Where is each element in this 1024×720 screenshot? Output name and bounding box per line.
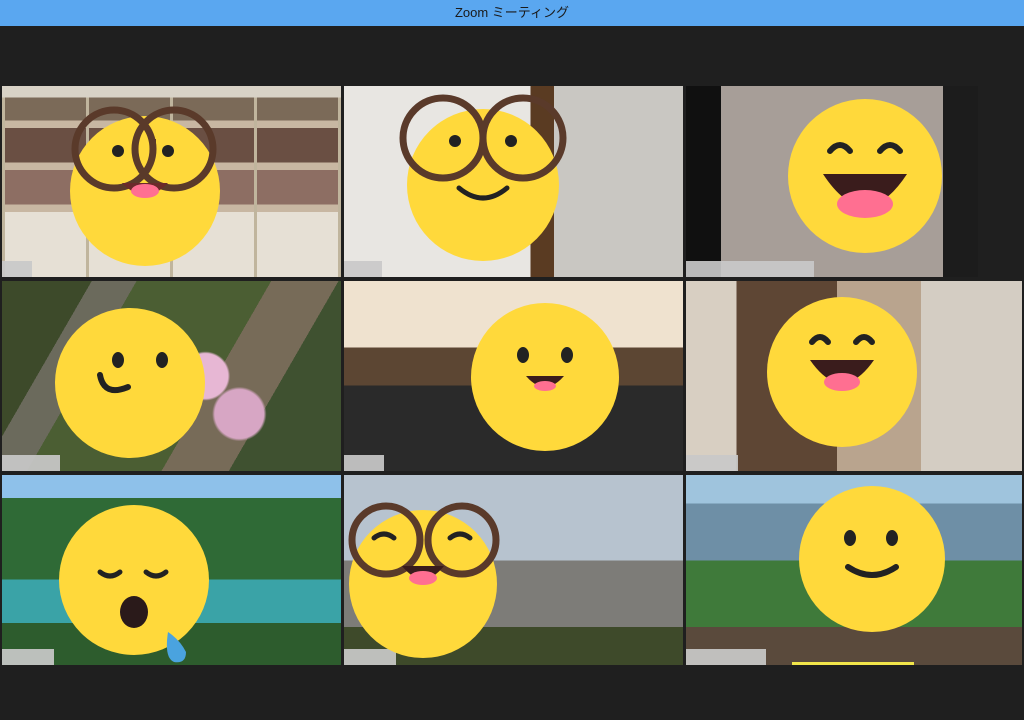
video-tile-2[interactable] [344, 86, 683, 277]
video-feed [686, 281, 1022, 471]
video-feed [2, 475, 341, 665]
window-title-bar: Zoom ミーティング [0, 0, 1024, 26]
window-title: Zoom ミーティング [454, 5, 570, 20]
video-feed [344, 281, 683, 471]
participant-name-bar [686, 649, 766, 665]
speaking-indicator [792, 662, 914, 665]
video-feed [2, 86, 341, 277]
video-feed [686, 86, 978, 277]
video-tile-4[interactable] [2, 281, 341, 471]
video-tile-3[interactable] [686, 86, 978, 277]
participant-name-bar [344, 649, 396, 665]
participant-name-bar [686, 261, 814, 277]
video-tile-8[interactable] [344, 475, 683, 665]
video-tile-1[interactable] [2, 86, 341, 277]
video-feed [2, 281, 341, 471]
participant-name-bar [686, 455, 738, 471]
participant-name-bar [2, 455, 60, 471]
video-feed [686, 475, 1022, 665]
video-tile-9[interactable] [686, 475, 1022, 665]
video-tile-6[interactable] [686, 281, 1022, 471]
video-feed [344, 475, 683, 665]
video-feed [344, 86, 683, 277]
participant-name-bar [344, 261, 382, 277]
participant-name-bar [344, 455, 384, 471]
video-tile-5[interactable] [344, 281, 683, 471]
participant-name-bar [2, 649, 54, 665]
video-tile-7[interactable] [2, 475, 341, 665]
participant-name-bar [2, 261, 32, 277]
